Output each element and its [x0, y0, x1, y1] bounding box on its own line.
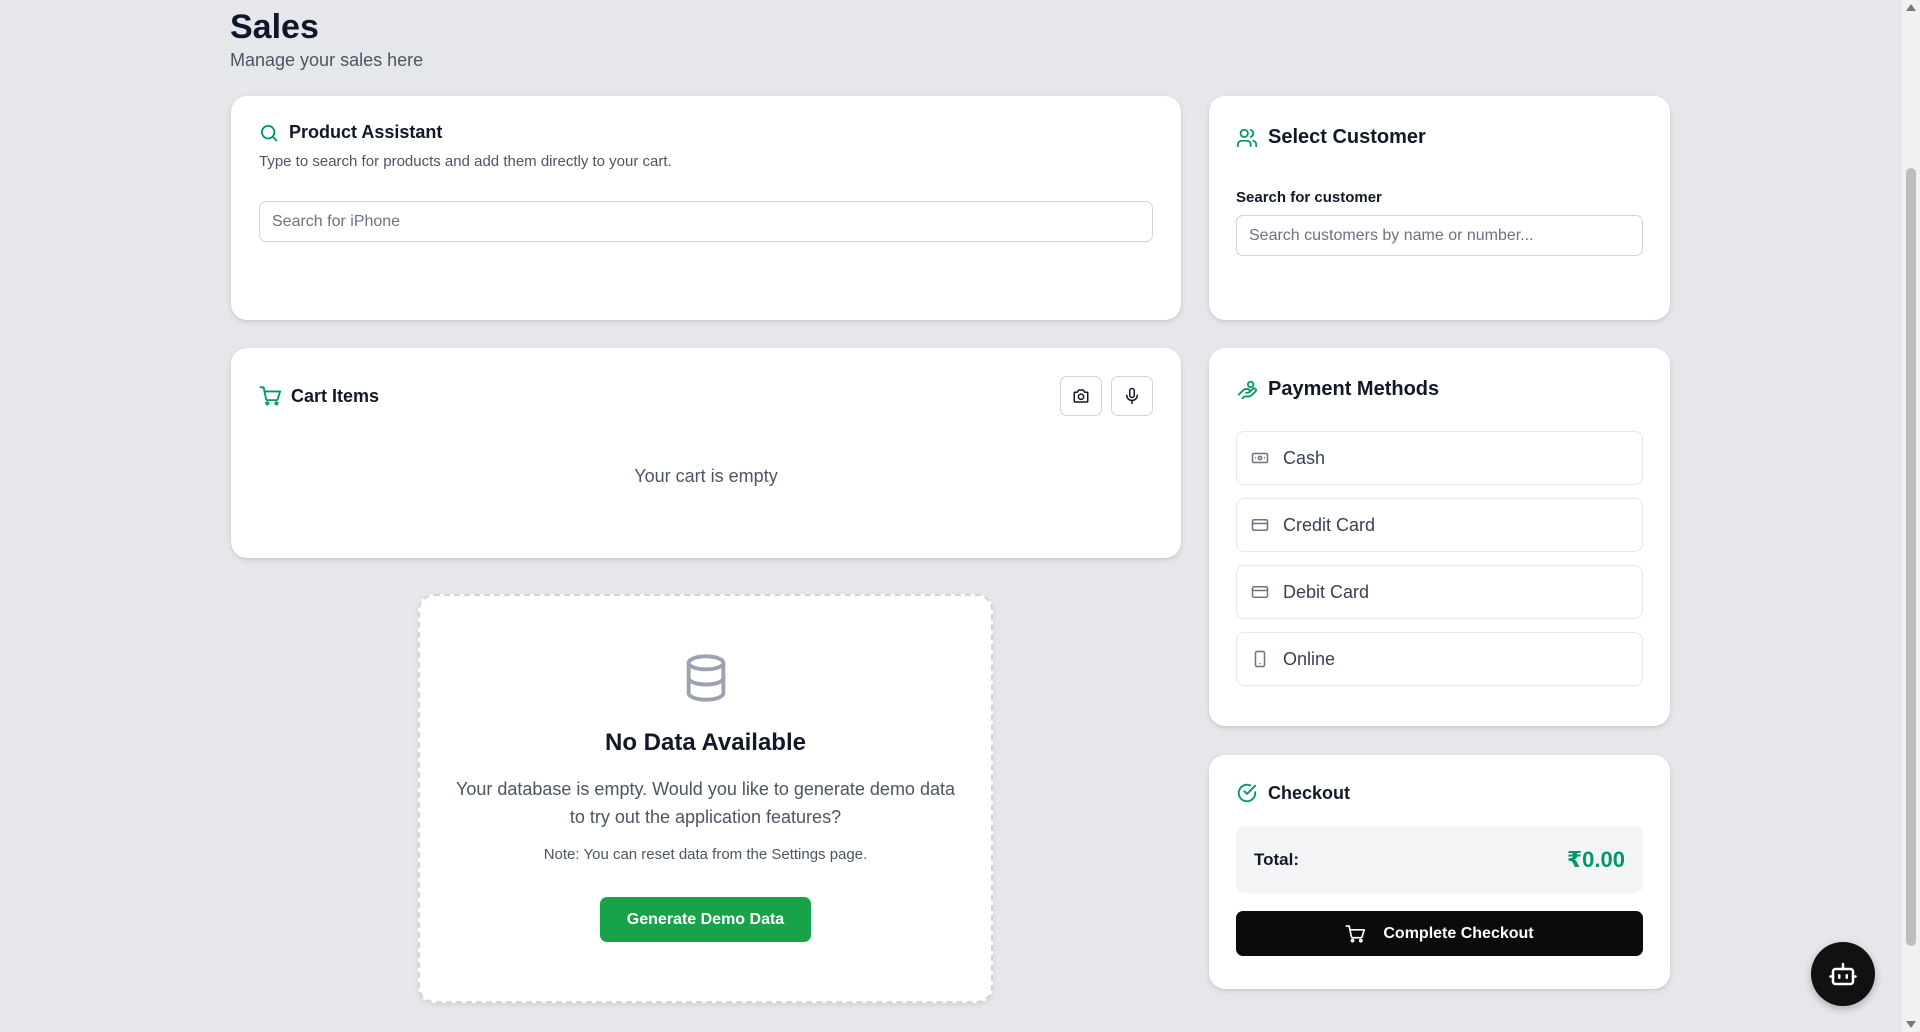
check-circle-icon [1236, 782, 1258, 804]
page-header: Sales Manage your sales here [230, 6, 423, 71]
customer-search-input[interactable] [1236, 215, 1643, 256]
search-icon [259, 123, 279, 143]
product-search-input[interactable] [259, 201, 1153, 242]
payment-method-label: Cash [1283, 447, 1326, 468]
payment-method-label: Debit Card [1283, 581, 1370, 602]
cart-icon [1345, 924, 1366, 944]
cart-actions [1060, 376, 1153, 416]
scroll-up-arrow[interactable] [1906, 4, 1916, 11]
select-customer-card: Select Customer Search for customer [1209, 96, 1670, 320]
scroll-down-arrow[interactable] [1906, 1021, 1916, 1028]
payment-methods-list: Cash Credit Card Debit Card Online [1236, 431, 1643, 686]
cart-title: Cart Items [291, 385, 380, 406]
scrollbar-thumb[interactable] [1906, 168, 1916, 946]
payment-hand-icon [1236, 379, 1258, 401]
chatbot-button[interactable] [1811, 942, 1875, 1006]
checkout-title: Checkout [1268, 782, 1351, 803]
banknote-icon [1251, 449, 1269, 467]
vertical-scrollbar[interactable] [1902, 0, 1920, 1032]
payment-method-online[interactable]: Online [1236, 632, 1643, 686]
users-icon [1236, 127, 1258, 149]
product-assistant-title: Product Assistant [289, 122, 443, 142]
page-subtitle: Manage your sales here [230, 50, 424, 70]
cart-empty-text: Your cart is empty [634, 466, 778, 486]
complete-checkout-button[interactable]: Complete Checkout [1236, 911, 1643, 956]
customer-search-label: Search for customer [1236, 189, 1382, 206]
checkout-card: Checkout Total: ₹0.00 Complete Checkout [1209, 755, 1670, 989]
product-assistant-card: Product Assistant Type to search for pro… [231, 96, 1181, 320]
database-icon [680, 652, 732, 704]
camera-icon [1072, 387, 1090, 405]
complete-checkout-label: Complete Checkout [1383, 924, 1534, 942]
total-value: ₹0.00 [1566, 846, 1625, 872]
checkout-header: Checkout [1236, 782, 1643, 804]
cart-items-card: Cart Items Your cart is empty [231, 348, 1181, 558]
bot-icon [1828, 959, 1858, 989]
payment-methods-title: Payment Methods [1268, 378, 1440, 400]
payment-method-label: Online [1283, 648, 1336, 669]
product-assistant-header: Product Assistant [259, 122, 1153, 143]
cart-header: Cart Items [259, 376, 1153, 416]
payment-method-cash[interactable]: Cash [1236, 431, 1643, 485]
cart-title-row: Cart Items [259, 385, 379, 407]
microphone-icon [1123, 387, 1141, 405]
cart-icon [259, 385, 281, 407]
payment-methods-header: Payment Methods [1236, 378, 1643, 401]
payment-method-credit-card[interactable]: Credit Card [1236, 498, 1643, 552]
debit-card-icon [1251, 583, 1269, 601]
camera-button[interactable] [1060, 376, 1102, 416]
product-assistant-description: Type to search for products and add them… [259, 153, 672, 170]
total-box: Total: ₹0.00 [1236, 826, 1643, 893]
no-data-message: Your database is empty. Would you like t… [456, 779, 955, 827]
credit-card-icon [1251, 516, 1269, 534]
select-customer-title: Select Customer [1268, 126, 1426, 148]
select-customer-header: Select Customer [1236, 126, 1643, 149]
smartphone-icon [1251, 650, 1269, 668]
no-data-card: No Data Available Your database is empty… [418, 594, 993, 1003]
payment-method-label: Credit Card [1283, 514, 1376, 535]
no-data-title: No Data Available [605, 729, 806, 756]
total-label: Total: [1254, 849, 1300, 869]
payment-method-debit-card[interactable]: Debit Card [1236, 565, 1643, 619]
page-title: Sales [230, 8, 319, 46]
generate-demo-data-button[interactable]: Generate Demo Data [599, 897, 812, 942]
payment-methods-card: Payment Methods Cash Credit Card Debit C… [1209, 348, 1670, 726]
microphone-button[interactable] [1111, 376, 1153, 416]
no-data-note: Note: You can reset data from the Settin… [543, 846, 868, 863]
